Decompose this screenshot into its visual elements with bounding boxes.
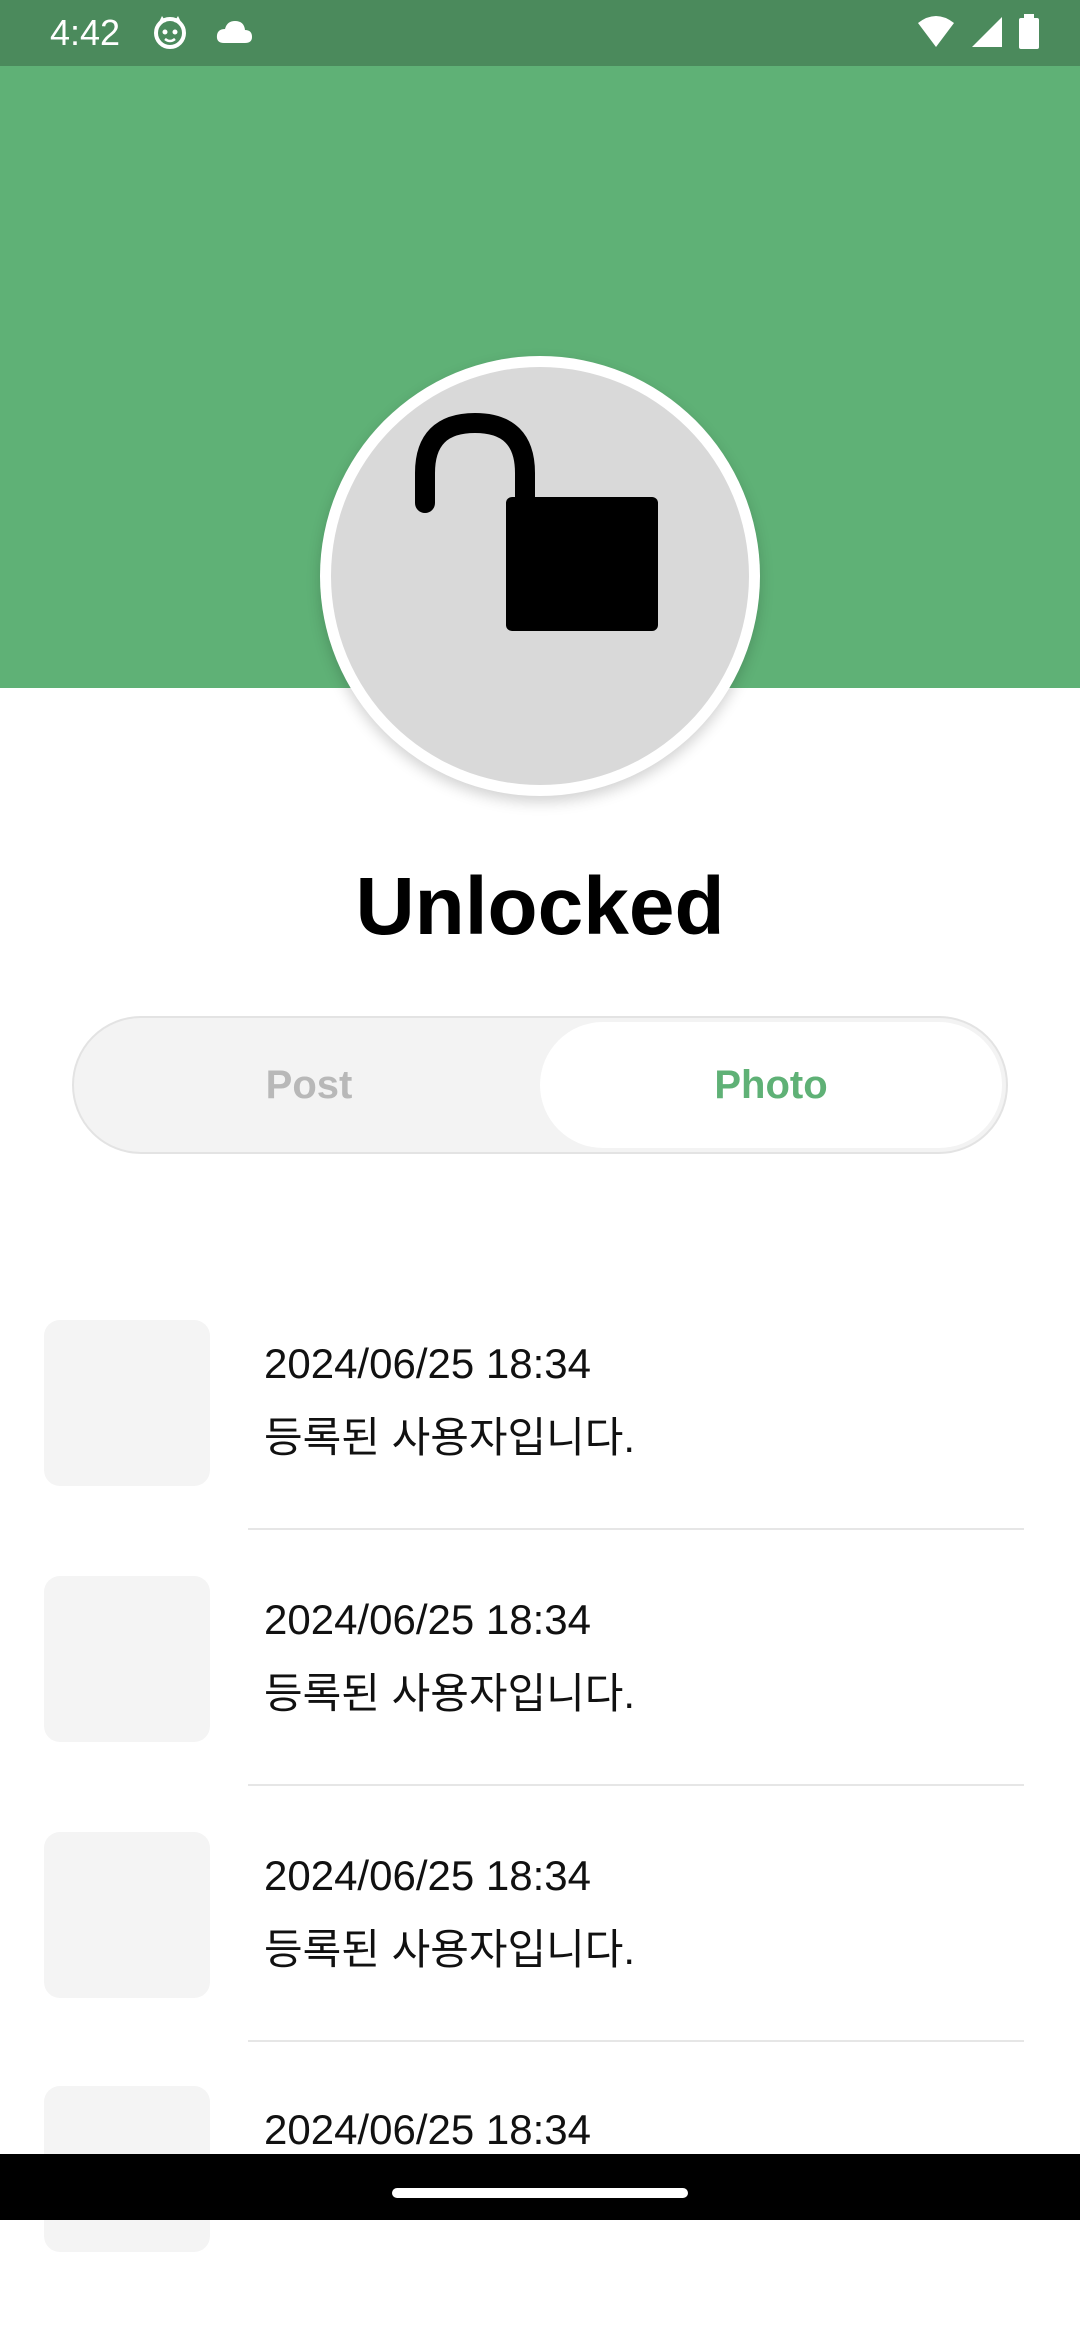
item-date: 2024/06/25 18:34 — [264, 1852, 591, 1899]
home-indicator[interactable] — [392, 2188, 688, 2198]
status-time: 4:42 — [50, 12, 121, 53]
signal-icon — [970, 15, 1004, 54]
divider — [248, 1784, 1024, 1786]
wifi-icon — [916, 15, 956, 54]
segmented-tab-control: Post Photo — [72, 1016, 1008, 1154]
photo-thumbnail[interactable] — [44, 1320, 210, 1486]
profile-avatar — [320, 356, 760, 796]
item-date: 2024/06/25 18:34 — [264, 1596, 591, 1643]
battery-icon — [1018, 14, 1040, 55]
item-text: 등록된 사용자입니다. — [264, 1670, 636, 1717]
tab-post[interactable]: Post — [78, 1022, 540, 1148]
cat-icon — [152, 14, 188, 55]
avatar-inner — [331, 367, 749, 785]
tab-photo[interactable]: Photo — [540, 1022, 1002, 1148]
photo-thumbnail[interactable] — [44, 1832, 210, 1998]
page-title: Unlocked — [355, 861, 725, 952]
list-item[interactable]: 2024/06/25 18:34 등록된 사용자입니다. — [0, 1576, 1080, 1832]
list-item[interactable]: 2024/06/25 18:34 등록된 사용자입니다. — [0, 1832, 1080, 2088]
lock-open-icon — [331, 367, 749, 790]
item-text: 등록된 사용자입니다. — [264, 1414, 636, 1461]
item-date: 2024/06/25 18:34 — [264, 2106, 591, 2153]
cloud-icon — [214, 17, 254, 52]
photo-thumbnail[interactable] — [44, 1576, 210, 1742]
divider — [248, 2040, 1024, 2042]
divider — [248, 1528, 1024, 1530]
status-bar: 4:42 — [0, 0, 1080, 66]
item-text: 등록된 사용자입니다. — [264, 1926, 636, 1973]
navigation-bar — [0, 2154, 1080, 2220]
item-date: 2024/06/25 18:34 — [264, 1340, 591, 1387]
list-item[interactable]: 2024/06/25 18:34 등록된 사용자입니다. — [0, 1320, 1080, 1576]
status-left-icons — [152, 14, 254, 55]
status-right-icons — [916, 14, 1040, 55]
